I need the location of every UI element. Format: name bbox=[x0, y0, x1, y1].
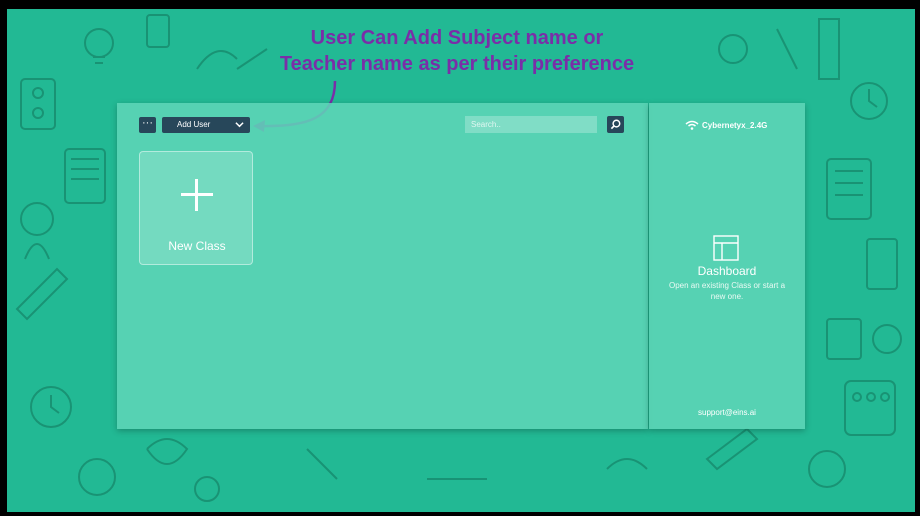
annotation-line-2: Teacher name as per their preference bbox=[279, 53, 635, 75]
search-input[interactable] bbox=[465, 116, 597, 133]
annotation-line-1: User Can Add Subject name or bbox=[310, 27, 604, 49]
add-user-dropdown-label: Add User bbox=[177, 120, 211, 129]
wifi-icon bbox=[685, 120, 699, 130]
dashboard-description: Open an existing Class or start a new on… bbox=[668, 281, 786, 301]
plus-icon-vertical bbox=[195, 179, 198, 211]
search-button[interactable] bbox=[607, 116, 624, 133]
support-email-link[interactable]: support@eins.ai bbox=[649, 408, 805, 417]
network-status[interactable]: Cybernetyx_2.4G bbox=[685, 120, 767, 130]
add-user-dropdown[interactable]: Add User bbox=[162, 117, 250, 133]
app-frame: User Can Add Subject name or Teacher nam… bbox=[7, 9, 915, 512]
search-icon bbox=[610, 119, 621, 130]
annotation-callout: User Can Add Subject name or Teacher nam… bbox=[237, 25, 677, 77]
new-class-label: New Class bbox=[168, 239, 226, 253]
new-class-card[interactable]: New Class bbox=[139, 151, 253, 265]
dashboard-layout-icon bbox=[713, 235, 739, 261]
classes-panel: ··· Add User New Class bbox=[117, 103, 648, 429]
chevron-down-icon bbox=[235, 120, 244, 131]
dashboard-title: Dashboard bbox=[697, 264, 757, 278]
network-name: Cybernetyx_2.4G bbox=[702, 121, 768, 130]
more-options-button[interactable]: ··· bbox=[139, 117, 156, 133]
dashboard-sidebar: Cybernetyx_2.4G Dashboard Open an existi… bbox=[649, 103, 805, 429]
